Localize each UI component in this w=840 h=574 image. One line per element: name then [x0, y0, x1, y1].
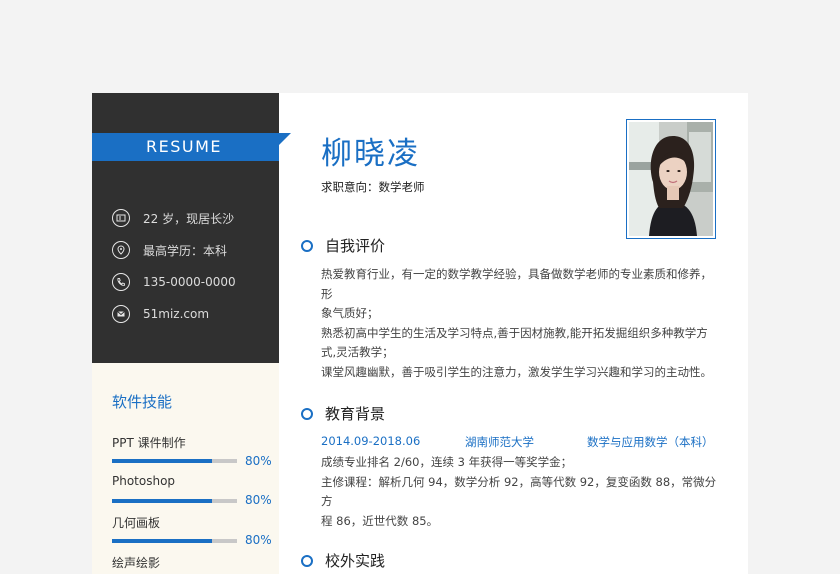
candidate-name: 柳晓凌	[321, 136, 420, 172]
skill-bar	[112, 499, 237, 503]
info-email-text[interactable]: 51miz.com	[143, 307, 209, 321]
section-bullet-icon	[301, 407, 313, 420]
skill-bar-fill	[112, 539, 212, 543]
resume-page: RESUME 22 岁，现居长沙 最高学历：本科 135-0000-0000 5…	[92, 93, 748, 574]
skill-bar-fill	[112, 499, 212, 503]
skill-bar-fill	[112, 459, 212, 463]
self-eval-line: 热爱教育行业，有一定的数学教学经验，具备做数学老师的专业素质和修养，形	[321, 267, 712, 301]
education-details: 成绩专业排名 2/60，连续 3 年获得一等奖学金； 主修课程：解析几何 94，…	[321, 453, 721, 531]
section-practice: 校外实践	[301, 550, 385, 571]
info-phone: 135-0000-0000	[112, 272, 236, 292]
location-icon	[112, 241, 130, 259]
self-eval-line: 熟悉初高中学生的生活及学习特点,善于因材施教,能开拓发掘组织多种教学方	[321, 325, 708, 340]
skills-title: 软件技能	[112, 393, 173, 411]
skill-name: PPT 课件制作	[112, 436, 186, 450]
section-title: 校外实践	[325, 552, 386, 570]
section-title: 自我评价	[325, 237, 386, 255]
education-line: 程 86，近世代数 85。	[321, 513, 439, 528]
skill-bar	[112, 539, 237, 543]
resume-label: RESUME	[146, 137, 223, 156]
section-bullet-icon	[301, 554, 313, 567]
info-age: 22 岁，现居长沙	[112, 208, 234, 228]
self-eval-line: 象气质好；	[321, 306, 379, 320]
mail-icon	[112, 305, 130, 323]
skill-name: Photoshop	[112, 474, 176, 488]
skill-name: 绘声绘影	[112, 556, 161, 570]
profile-photo	[626, 119, 716, 239]
skill-percent: 80%	[245, 493, 272, 507]
section-title: 教育背景	[325, 405, 386, 423]
info-phone-text[interactable]: 135-0000-0000	[143, 275, 236, 289]
section-bullet-icon	[301, 239, 313, 252]
education-line: 主修课程：解析几何 94，数学分析 92，高等代数 92，复变函数 88，常微分…	[321, 474, 717, 509]
education-major: 数学与应用数学（本科）	[587, 435, 714, 449]
section-self-evaluation: 自我评价	[301, 235, 385, 256]
resume-banner-fold	[279, 133, 291, 145]
id-card-icon	[112, 209, 130, 227]
education-school: 湖南师范大学	[465, 435, 534, 449]
skill-bar	[112, 459, 237, 463]
self-evaluation-text: 热爱教育行业，有一定的数学教学经验，具备做数学老师的专业素质和修养，形 象气质好…	[321, 265, 721, 382]
skill-name: 几何画板	[112, 516, 161, 530]
section-education: 教育背景	[301, 403, 385, 424]
info-age-text: 22 岁，现居长沙	[143, 211, 235, 226]
phone-icon	[112, 273, 130, 291]
info-email: 51miz.com	[112, 304, 209, 324]
info-education: 最高学历：本科	[112, 240, 227, 260]
job-intent: 求职意向：数学老师	[321, 180, 425, 194]
skill-percent: 80%	[245, 454, 272, 468]
education-line: 成绩专业排名 2/60，连续 3 年获得一等奖学金；	[321, 455, 573, 469]
skill-percent: 80%	[245, 533, 272, 547]
self-eval-line: 式,灵活教学；	[321, 345, 394, 359]
education-period: 2014.09-2018.06	[321, 434, 421, 448]
portrait-image	[629, 122, 713, 236]
self-eval-line: 课堂风趣幽默，善于吸引学生的注意力，激发学生学习兴趣和学习的主动性。	[321, 364, 712, 379]
info-education-text: 最高学历：本科	[143, 243, 228, 258]
